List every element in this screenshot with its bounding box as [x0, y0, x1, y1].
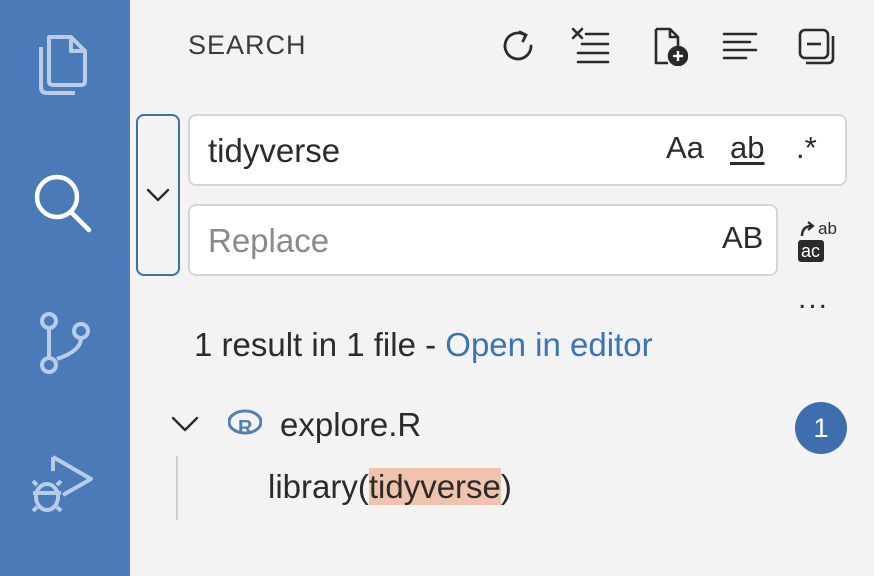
preserve-case-button[interactable]: AB [722, 220, 763, 256]
r-file-icon: R [228, 409, 262, 439]
search-panel: SEARCH tidyverse Aa ab .* Replace AB ab … [130, 0, 874, 576]
svg-text:ab: ab [818, 219, 837, 238]
view-as-tree-icon[interactable] [718, 24, 762, 68]
refresh-icon[interactable] [496, 24, 540, 68]
activity-bar [0, 0, 130, 576]
match-text-after: ) [500, 468, 512, 505]
source-control-icon[interactable] [22, 302, 102, 382]
use-regex-button[interactable]: .* [796, 130, 817, 166]
result-file-name[interactable]: explore.R [280, 406, 421, 444]
chevron-down-icon [146, 188, 170, 202]
search-input-value: tidyverse [208, 132, 341, 169]
toggle-replace-button[interactable] [136, 114, 180, 276]
result-summary-text: 1 result in 1 file - [194, 326, 446, 363]
search-match-line[interactable]: library(tidyverse) [268, 468, 512, 506]
tree-indent-guide [176, 456, 178, 520]
replace-input[interactable]: Replace AB [188, 204, 778, 276]
svg-text:R: R [238, 417, 253, 439]
panel-title: SEARCH [188, 30, 307, 60]
open-in-editor-link[interactable]: Open in editor [445, 326, 652, 363]
run-debug-icon[interactable] [22, 442, 102, 522]
files-icon[interactable] [22, 22, 102, 102]
svg-text:ac: ac [801, 241, 820, 261]
replace-all-icon[interactable]: ab ac [796, 214, 848, 266]
clear-results-icon[interactable] [568, 24, 612, 68]
match-text-before: library( [268, 468, 369, 505]
new-search-editor-icon[interactable] [646, 24, 690, 68]
chevron-down-icon[interactable] [168, 407, 202, 441]
result-summary: 1 result in 1 file - Open in editor [194, 326, 653, 364]
search-input[interactable]: tidyverse Aa ab .* [188, 114, 847, 186]
search-icon[interactable] [22, 162, 102, 242]
more-options-button[interactable]: ... [798, 282, 829, 316]
replace-input-placeholder: Replace [208, 222, 330, 259]
match-whole-word-button[interactable]: ab [730, 130, 764, 166]
match-count-badge: 1 [795, 402, 847, 454]
match-case-button[interactable]: Aa [666, 130, 704, 166]
match-highlight: tidyverse [368, 468, 501, 505]
collapse-all-icon[interactable] [794, 24, 838, 68]
